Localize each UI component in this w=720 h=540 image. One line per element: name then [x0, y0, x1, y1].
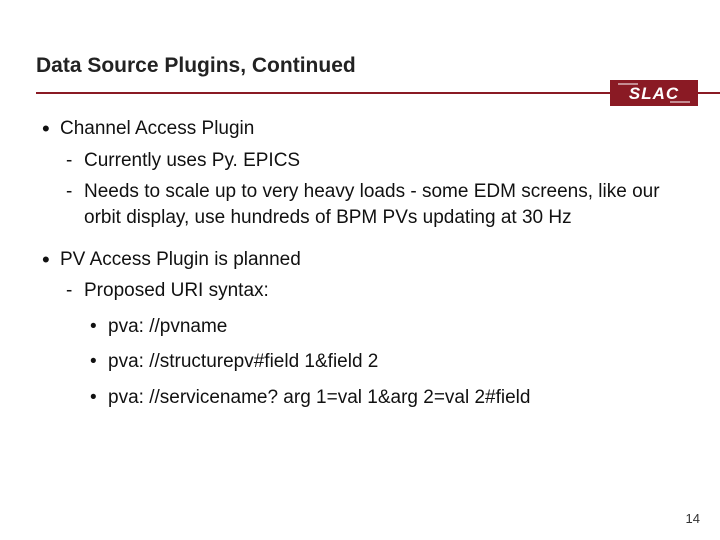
bullet-text: pva: //structurepv#field 1&field 2: [108, 349, 678, 375]
logo-text: SLAC: [629, 84, 679, 103]
bullet-level1: • PV Access Plugin is planned: [42, 247, 678, 273]
bullet-dash-icon: -: [66, 148, 84, 174]
bullet-dot-icon: •: [42, 247, 60, 273]
bullet-text: pva: //servicename? arg 1=val 1&arg 2=va…: [108, 385, 678, 411]
bullet-level2: - Currently uses Py. EPICS: [66, 148, 678, 174]
bullet-text: pva: //pvname: [108, 314, 678, 340]
bullet-level2: - Needs to scale up to very heavy loads …: [66, 179, 678, 230]
slide-title: Data Source Plugins, Continued: [36, 54, 356, 78]
bullet-level3: • pva: //servicename? arg 1=val 1&arg 2=…: [90, 385, 678, 411]
bullet-level3: • pva: //structurepv#field 1&field 2: [90, 349, 678, 375]
bullet-level1: • Channel Access Plugin: [42, 116, 678, 142]
slide-body: • Channel Access Plugin - Currently uses…: [42, 108, 678, 411]
bullet-level2: - Proposed URI syntax:: [66, 278, 678, 304]
bullet-text: Channel Access Plugin: [60, 116, 678, 142]
bullet-text: Proposed URI syntax:: [84, 278, 678, 304]
bullet-text: Needs to scale up to very heavy loads - …: [84, 179, 678, 230]
bullet-text: PV Access Plugin is planned: [60, 247, 678, 273]
bullet-level3: • pva: //pvname: [90, 314, 678, 340]
bullet-small-dot-icon: •: [90, 349, 108, 375]
page-number: 14: [686, 511, 700, 526]
slac-logo: SLAC: [610, 80, 698, 106]
bullet-small-dot-icon: •: [90, 385, 108, 411]
bullet-dash-icon: -: [66, 179, 84, 230]
slide: Data Source Plugins, Continued SLAC • Ch…: [0, 0, 720, 540]
bullet-text: Currently uses Py. EPICS: [84, 148, 678, 174]
bullet-dash-icon: -: [66, 278, 84, 304]
bullet-dot-icon: •: [42, 116, 60, 142]
bullet-small-dot-icon: •: [90, 314, 108, 340]
